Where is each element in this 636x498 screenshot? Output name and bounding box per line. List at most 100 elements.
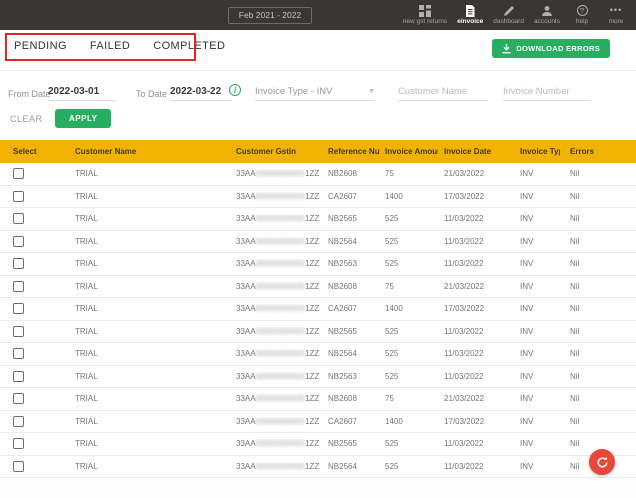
nav-item-dashboard[interactable]: dashboard — [488, 2, 529, 25]
nav-item-einvoice[interactable]: einvoice — [452, 2, 488, 25]
row-select-checkbox[interactable] — [13, 235, 24, 247]
cell-errors: Nil — [570, 259, 580, 269]
row-select-checkbox[interactable] — [13, 348, 24, 360]
cell-reference-number: NB2608 — [328, 394, 357, 404]
cell-customer-name: TRIAL — [75, 461, 98, 471]
cell-invoice-amount: 525 — [385, 371, 399, 381]
cell-errors: Nil — [570, 191, 580, 201]
cell-invoice-date: 11/03/2022 — [444, 371, 484, 381]
row-select-checkbox[interactable] — [13, 168, 24, 180]
grid-icon — [419, 4, 431, 17]
cell-invoice-type: INV — [520, 416, 534, 426]
row-select-checkbox[interactable] — [13, 213, 24, 225]
cell-invoice-amount: 525 — [385, 349, 399, 359]
cell-invoice-amount: 525 — [385, 259, 399, 269]
cell-customer-gstin: 33AA00000000001ZZ — [236, 439, 320, 449]
table-row: TRIAL 33AA00000000001ZZ NB2563 525 11/03… — [0, 365, 636, 388]
table-row: TRIAL 33AA00000000001ZZ NB2565 525 11/03… — [0, 208, 636, 231]
to-date-label: To Date — [136, 89, 168, 99]
cell-invoice-date: 11/03/2022 — [444, 259, 484, 269]
col-header-reference-number: Reference Number — [328, 147, 380, 156]
from-date-label: From Date — [8, 89, 51, 99]
cell-invoice-date: 17/03/2022 — [444, 304, 485, 314]
row-select-checkbox[interactable] — [13, 303, 24, 315]
cell-invoice-date: 11/03/2022 — [444, 349, 484, 359]
more-dots-icon: ••• — [609, 5, 623, 15]
einvoice-page: Feb 2021 - 2022 new gst returns einvoice… — [0, 0, 636, 498]
cell-reference-number: NB2608 — [328, 281, 357, 291]
cell-customer-name: TRIAL — [75, 214, 98, 224]
cell-invoice-type: INV — [520, 304, 534, 314]
table-row: TRIAL 33AA00000000001ZZ NB2608 75 21/03/… — [0, 163, 636, 186]
cell-errors: Nil — [570, 416, 580, 426]
person-icon — [541, 4, 553, 17]
table-row: TRIAL 33AA00000000001ZZ NB2564 525 11/03… — [0, 343, 636, 366]
row-select-checkbox[interactable] — [13, 415, 24, 427]
cell-customer-name: TRIAL — [75, 371, 98, 381]
nav-item-more[interactable]: ••• more — [599, 2, 633, 25]
cell-customer-gstin: 33AA00000000001ZZ — [236, 259, 320, 269]
nav-item-help[interactable]: ? help — [565, 2, 599, 25]
tab-failed[interactable]: FAILED — [90, 40, 130, 52]
to-date-input[interactable] — [170, 83, 232, 101]
cell-invoice-type: INV — [520, 461, 534, 471]
row-select-checkbox[interactable] — [13, 370, 24, 382]
col-header-select: Select — [13, 147, 37, 156]
tab-completed[interactable]: COMPLETED — [153, 40, 225, 52]
cell-errors: Nil — [570, 214, 580, 224]
download-errors-button[interactable]: DOWNLOAD ERRORS — [492, 39, 610, 58]
cell-invoice-date: 21/03/2022 — [444, 394, 485, 404]
cell-invoice-amount: 1400 — [385, 416, 403, 426]
clear-button[interactable]: CLEAR — [10, 114, 43, 124]
cell-invoice-date: 17/03/2022 — [444, 191, 485, 201]
nav-label: new gst returns — [402, 18, 448, 25]
cell-customer-gstin: 33AA00000000001ZZ — [236, 169, 320, 179]
info-icon[interactable]: i — [229, 84, 241, 96]
cell-customer-name: TRIAL — [75, 349, 98, 359]
cell-customer-name: TRIAL — [75, 169, 98, 179]
chevron-down-icon: ▼ — [368, 88, 375, 95]
cell-customer-name: TRIAL — [75, 394, 98, 404]
cell-invoice-date: 21/03/2022 — [444, 281, 485, 291]
top-nav-menu: new gst returns einvoice dashboard accou… — [398, 2, 633, 29]
top-navigation-bar: Feb 2021 - 2022 new gst returns einvoice… — [0, 0, 636, 30]
col-header-invoice-amount: Invoice Amount — [385, 147, 438, 156]
refresh-fab-button[interactable] — [589, 449, 615, 475]
row-select-checkbox[interactable] — [13, 460, 24, 472]
tab-pending[interactable]: PENDING — [14, 40, 67, 52]
cell-errors: Nil — [570, 304, 580, 314]
invoice-type-select[interactable]: Invoice Type - INV ▼ — [255, 83, 375, 101]
row-select-checkbox[interactable] — [13, 258, 24, 270]
cell-invoice-amount: 75 — [385, 394, 394, 404]
cell-errors: Nil — [570, 349, 580, 359]
table-row: TRIAL 33AA00000000001ZZ NB2608 75 21/03/… — [0, 388, 636, 411]
table-row: TRIAL 33AA00000000001ZZ NB2565 525 11/03… — [0, 433, 636, 456]
pencil-icon — [503, 4, 515, 17]
row-select-checkbox[interactable] — [13, 325, 24, 337]
table-header-row: Select Customer Name Customer Gstin Refe… — [0, 140, 636, 163]
cell-reference-number: CA2607 — [328, 416, 357, 426]
cell-reference-number: NB2563 — [328, 371, 357, 381]
cell-invoice-amount: 525 — [385, 439, 399, 449]
table-body: TRIAL 33AA00000000001ZZ NB2608 75 21/03/… — [0, 163, 636, 478]
customer-name-input[interactable] — [398, 83, 488, 101]
cell-invoice-type: INV — [520, 169, 534, 179]
invoice-number-input[interactable] — [503, 83, 591, 101]
einvoice-table: Select Customer Name Customer Gstin Refe… — [0, 140, 636, 478]
return-period-selector[interactable]: Feb 2021 - 2022 — [228, 7, 312, 24]
cell-customer-gstin: 33AA00000000001ZZ — [236, 214, 320, 224]
row-select-checkbox[interactable] — [13, 393, 24, 405]
nav-item-new-gst-returns[interactable]: new gst returns — [398, 2, 452, 25]
cell-errors: Nil — [570, 371, 580, 381]
cell-invoice-type: INV — [520, 439, 534, 449]
row-select-checkbox[interactable] — [13, 280, 24, 292]
cell-reference-number: NB2563 — [328, 259, 357, 269]
apply-button[interactable]: APPLY — [55, 109, 112, 128]
nav-item-accounts[interactable]: accounts — [529, 2, 565, 25]
cell-reference-number: NB2565 — [328, 326, 357, 336]
from-date-input[interactable] — [48, 83, 116, 101]
row-select-checkbox[interactable] — [13, 190, 24, 202]
row-select-checkbox[interactable] — [13, 438, 24, 450]
cell-customer-gstin: 33AA00000000001ZZ — [236, 326, 320, 336]
cell-reference-number: NB2565 — [328, 214, 357, 224]
